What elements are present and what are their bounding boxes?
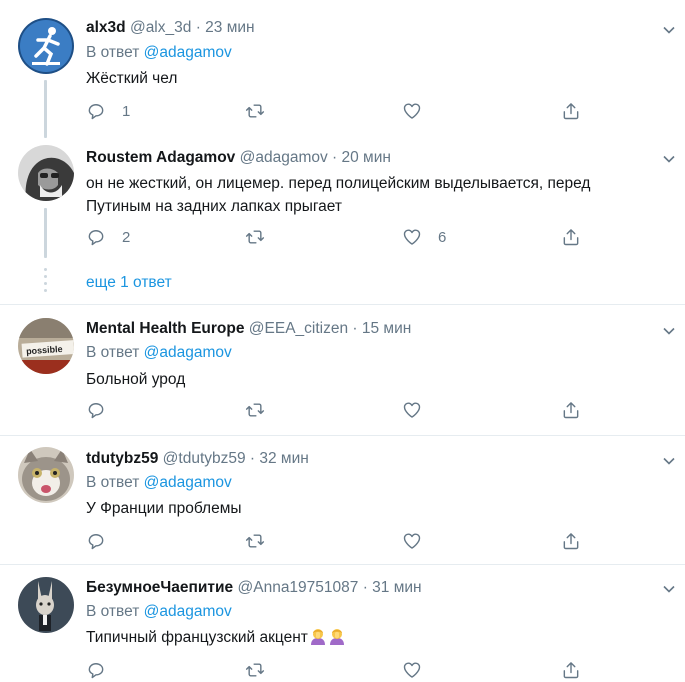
retweet-button[interactable]: [245, 99, 265, 123]
author-name[interactable]: Roustem Adagamov: [86, 149, 235, 166]
like-icon: [403, 533, 421, 549]
tweet-alx3d[interactable]: alx3d @alx_3d · 23 мин В ответ @adagamov…: [0, 0, 685, 140]
show-more-replies-link[interactable]: еще 1 ответ: [86, 274, 172, 292]
chevron-down-icon[interactable]: [661, 151, 677, 167]
reply-count: 1: [122, 102, 131, 120]
retweet-icon: [245, 104, 265, 118]
like-button[interactable]: [402, 529, 422, 553]
thread-line: [44, 80, 47, 138]
retweet-button[interactable]: [245, 225, 265, 249]
reply-icon: [88, 663, 104, 679]
timestamp[interactable]: · 32 мин: [250, 450, 309, 467]
timestamp[interactable]: · 23 мин: [196, 19, 255, 36]
retweet-button[interactable]: [245, 398, 265, 422]
share-icon: [563, 402, 579, 419]
author-name[interactable]: Mental Health Europe: [86, 320, 244, 337]
chevron-down-icon[interactable]: [661, 323, 677, 339]
avatar[interactable]: [18, 447, 74, 503]
like-count: 6: [438, 228, 447, 246]
author-handle[interactable]: @tdutybz59: [163, 450, 246, 467]
share-button[interactable]: [561, 529, 581, 553]
reply-icon: [88, 230, 104, 246]
chevron-down-icon[interactable]: [661, 22, 677, 38]
share-icon: [563, 103, 579, 120]
tweet-bezumnoe-chaepitie[interactable]: БезумноеЧаепитие @Anna19751087 · 31 мин …: [0, 565, 685, 682]
tweet-tdutybz59[interactable]: tdutybz59 @tdutybz59 · 32 мин В ответ @a…: [0, 436, 685, 565]
author-handle[interactable]: @adagamov: [240, 149, 328, 166]
tweet-text: У Франции проблемы: [86, 500, 242, 517]
retweet-button[interactable]: [245, 529, 265, 553]
author-handle[interactable]: @EEA_citizen: [249, 320, 348, 337]
mention-link[interactable]: @adagamov: [144, 344, 232, 361]
like-icon: [403, 402, 421, 418]
retweet-button[interactable]: [245, 658, 265, 682]
share-icon: [563, 533, 579, 550]
reply-icon: [88, 403, 104, 419]
woman-facepalming-emoji: [310, 629, 325, 645]
like-icon: [403, 103, 421, 119]
like-button[interactable]: [402, 398, 422, 422]
like-button[interactable]: 6: [402, 225, 446, 249]
thread-line: [44, 208, 47, 258]
mention-link[interactable]: @adagamov: [144, 44, 232, 61]
tweet-mental-health-europe[interactable]: possible Mental Health Europe @EEA_citiz…: [0, 305, 685, 435]
avatar[interactable]: [18, 18, 74, 74]
reply-context: В ответ @adagamov: [86, 344, 232, 361]
author-name[interactable]: tdutybz59: [86, 450, 158, 467]
author-name[interactable]: alx3d: [86, 19, 126, 36]
reply-button[interactable]: 1: [86, 99, 130, 123]
share-button[interactable]: [561, 225, 581, 249]
reply-context: В ответ @adagamov: [86, 474, 232, 491]
avatar[interactable]: [18, 577, 74, 633]
reply-count: 2: [122, 228, 131, 246]
reply-button[interactable]: [86, 529, 106, 553]
tweet-text: Больной урод: [86, 371, 186, 388]
share-icon: [563, 229, 579, 246]
like-icon: [403, 229, 421, 245]
chevron-down-icon[interactable]: [661, 581, 677, 597]
thread-dots: [44, 268, 47, 296]
reply-icon: [88, 534, 104, 550]
share-icon: [563, 662, 579, 679]
retweet-icon: [245, 534, 265, 548]
mention-link[interactable]: @adagamov: [144, 474, 232, 491]
reply-context: В ответ @adagamov: [86, 603, 232, 620]
share-button[interactable]: [561, 99, 581, 123]
like-button[interactable]: [402, 658, 422, 682]
share-button[interactable]: [561, 398, 581, 422]
avatar[interactable]: possible: [18, 318, 74, 374]
author-name[interactable]: БезумноеЧаепитие: [86, 579, 233, 596]
share-button[interactable]: [561, 658, 581, 682]
tweet-text: Жёсткий чел: [86, 70, 178, 87]
author-handle[interactable]: @alx_3d: [130, 19, 191, 36]
mention-link[interactable]: @adagamov: [144, 603, 232, 620]
retweet-icon: [245, 403, 265, 417]
woman-facepalming-emoji: [329, 629, 344, 645]
tweet-text: Типичный французский акцент: [86, 626, 346, 649]
timestamp[interactable]: · 31 мин: [363, 579, 422, 596]
retweet-icon: [245, 663, 265, 677]
like-button[interactable]: [402, 99, 422, 123]
author-handle[interactable]: @Anna19751087: [238, 579, 359, 596]
reply-icon: [88, 104, 104, 120]
tweet-text: он не жесткий, он лицемер. перед полицей…: [86, 175, 591, 215]
reply-context: В ответ @adagamov: [86, 44, 232, 61]
timestamp[interactable]: · 20 мин: [332, 149, 391, 166]
timestamp[interactable]: · 15 мин: [352, 320, 411, 337]
reply-button[interactable]: [86, 398, 106, 422]
reply-button[interactable]: 2: [86, 225, 130, 249]
chevron-down-icon[interactable]: [661, 453, 677, 469]
like-icon: [403, 662, 421, 678]
reply-button[interactable]: [86, 658, 106, 682]
avatar[interactable]: [18, 145, 74, 201]
retweet-icon: [245, 230, 265, 244]
